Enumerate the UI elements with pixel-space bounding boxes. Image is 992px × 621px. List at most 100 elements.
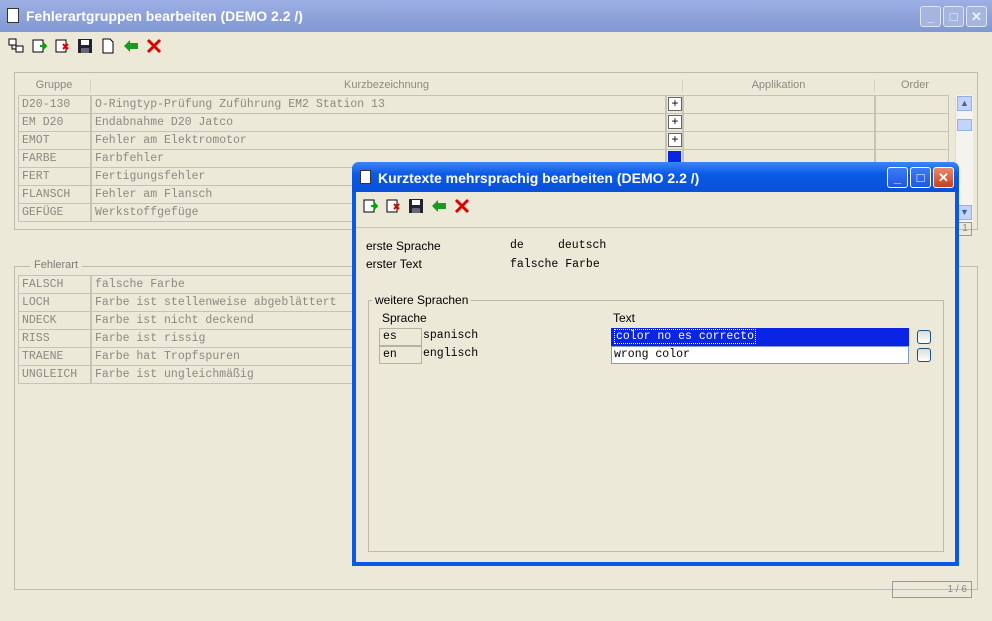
fehlerart-text-cell[interactable]: Farbe ist stellenweise abgeblättert	[91, 293, 353, 312]
gruppe-cell[interactable]: FARBE	[18, 149, 91, 168]
minimize-icon: _	[893, 170, 902, 185]
table-row[interactable]: D20-130 O-Ringtyp-Prüfung Zuführung EM2 …	[18, 95, 949, 114]
language-checkbox[interactable]	[917, 348, 931, 362]
toolbar-divider	[356, 227, 955, 228]
applikation-cell[interactable]	[683, 113, 875, 132]
fehlerart-code-cell[interactable]: LOCH	[18, 293, 91, 312]
kurz-cell[interactable]: Fehler am Elektromotor	[91, 131, 666, 150]
col-header-kurzbezeichnung: Kurzbezeichnung	[91, 79, 683, 93]
fehlerart-code-cell[interactable]: NDECK	[18, 311, 91, 330]
weitere-sprachen-legend: weitere Sprachen	[372, 293, 472, 307]
save-icon[interactable]	[77, 38, 93, 54]
language-checkbox[interactable]	[917, 330, 931, 344]
language-code-cell[interactable]: en	[379, 346, 422, 364]
new-record-icon[interactable]	[31, 38, 47, 54]
dialog-toolbar	[362, 198, 470, 214]
scroll-thumb[interactable]	[957, 119, 972, 131]
tree-view-icon[interactable]	[8, 38, 24, 54]
fehlerart-code-cell[interactable]: TRAENE	[18, 347, 91, 366]
plus-cell[interactable]: +	[666, 113, 683, 132]
fehlerart-text-cell[interactable]: Farbe hat Tropfspuren	[91, 347, 353, 366]
col-header-gruppe: Gruppe	[18, 79, 91, 93]
save-icon[interactable]	[408, 198, 424, 214]
maximize-icon: □	[949, 9, 958, 24]
language-code-cell[interactable]: es	[379, 328, 422, 346]
main-toolbar	[8, 38, 162, 54]
plus-button[interactable]: +	[668, 97, 682, 111]
close-icon: ✕	[938, 169, 949, 185]
delete-record-icon[interactable]	[385, 198, 401, 214]
language-name: spanisch	[423, 329, 479, 342]
gruppe-cell[interactable]: GEFÜGE	[18, 203, 91, 222]
dialog-window: Kurztexte mehrsprachig bearbeiten (DEMO …	[352, 162, 959, 566]
erste-sprache-code: de	[510, 239, 524, 252]
plus-button[interactable]: +	[668, 133, 682, 147]
erster-text-label: erster Text	[366, 257, 422, 271]
table-row[interactable]: UNGLEICH Farbe ist ungleichmäßig	[18, 365, 353, 384]
close-icon: ✕	[971, 8, 982, 24]
gruppe-cell[interactable]: EM D20	[18, 113, 91, 132]
minimize-icon: _	[926, 9, 935, 24]
erste-sprache-label: erste Sprache	[366, 239, 441, 253]
dialog-titlebar: Kurztexte mehrsprachig bearbeiten (DEMO …	[352, 162, 959, 192]
maximize-button[interactable]: □	[943, 6, 964, 27]
fehlerart-text-cell[interactable]: Farbe ist rissig	[91, 329, 353, 348]
back-arrow-icon[interactable]	[123, 38, 139, 54]
col-header-order: Order	[900, 79, 930, 91]
dialog-close-button[interactable]: ✕	[933, 167, 954, 188]
plus-button[interactable]: +	[668, 115, 682, 129]
main-titlebar: Fehlerartgruppen bearbeiten (DEMO 2.2 /)…	[0, 0, 992, 32]
chevron-down-icon: ▼	[960, 207, 969, 217]
table-row[interactable]: RISS Farbe ist rissig	[18, 329, 353, 348]
scroll-up-button[interactable]: ▲	[957, 96, 972, 111]
erste-sprache-name: deutsch	[558, 239, 607, 252]
order-cell[interactable]	[875, 95, 949, 114]
plus-cell[interactable]: +	[666, 95, 683, 114]
order-cell[interactable]	[875, 113, 949, 132]
main-window-title: Fehlerartgruppen bearbeiten (DEMO 2.2 /)	[26, 8, 303, 24]
back-arrow-icon[interactable]	[431, 198, 447, 214]
applikation-cell[interactable]	[683, 131, 875, 150]
dialog-maximize-button[interactable]: □	[910, 167, 931, 188]
delete-record-icon[interactable]	[54, 38, 70, 54]
kurz-cell[interactable]: O-Ringtyp-Prüfung Zuführung EM2 Station …	[91, 95, 666, 114]
gruppe-cell[interactable]: FLANSCH	[18, 185, 91, 204]
new-record-icon[interactable]	[362, 198, 378, 214]
order-cell[interactable]	[875, 131, 949, 150]
table-row[interactable]: TRAENE Farbe hat Tropfspuren	[18, 347, 353, 366]
gruppe-cell[interactable]: EMOT	[18, 131, 91, 150]
fehlerart-code-cell[interactable]: FALSCH	[18, 275, 91, 294]
kurz-cell[interactable]: Endabnahme D20 Jatco	[91, 113, 666, 132]
table-row[interactable]: EM D20 Endabnahme D20 Jatco +	[18, 113, 949, 132]
close-button[interactable]: ✕	[966, 6, 987, 27]
fehlerart-code-cell[interactable]: UNGLEICH	[18, 365, 91, 384]
minimize-button[interactable]: _	[920, 6, 941, 27]
table-row[interactable]: EMOT Fehler am Elektromotor +	[18, 131, 949, 150]
cancel-icon[interactable]	[146, 38, 162, 54]
table-row[interactable]: FALSCH falsche Farbe	[18, 275, 353, 294]
dialog-title: Kurztexte mehrsprachig bearbeiten (DEMO …	[378, 170, 700, 186]
plus-cell[interactable]: +	[666, 131, 683, 150]
chevron-up-icon: ▲	[960, 98, 969, 108]
page-indicator: 1	[958, 222, 972, 236]
gruppe-cell[interactable]: D20-130	[18, 95, 91, 114]
table-row[interactable]: NDECK Farbe ist nicht deckend	[18, 311, 353, 330]
fehlerart-text-cell[interactable]: Farbe ist ungleichmäßig	[91, 365, 353, 384]
page-counter: 1 / 6	[892, 581, 972, 598]
col-header-text: Text	[613, 311, 636, 325]
language-name: englisch	[423, 347, 479, 360]
gruppe-cell[interactable]: FERT	[18, 167, 91, 186]
blank-document-icon[interactable]	[100, 38, 116, 54]
translation-input[interactable]: color no es correcto	[611, 328, 909, 346]
scroll-down-button[interactable]: ▼	[957, 205, 972, 220]
fehlerart-text-cell[interactable]: falsche Farbe	[91, 275, 353, 294]
cancel-icon[interactable]	[454, 198, 470, 214]
maximize-icon: □	[916, 170, 925, 185]
fehlerart-text-cell[interactable]: Farbe ist nicht deckend	[91, 311, 353, 330]
dialog-minimize-button[interactable]: _	[887, 167, 908, 188]
table-row[interactable]: LOCH Farbe ist stellenweise abgeblättert	[18, 293, 353, 312]
dialog-body: erste Sprache de deutsch erster Text fal…	[356, 192, 955, 562]
applikation-cell[interactable]	[683, 95, 875, 114]
translation-input[interactable]: wrong color	[611, 346, 909, 364]
fehlerart-code-cell[interactable]: RISS	[18, 329, 91, 348]
